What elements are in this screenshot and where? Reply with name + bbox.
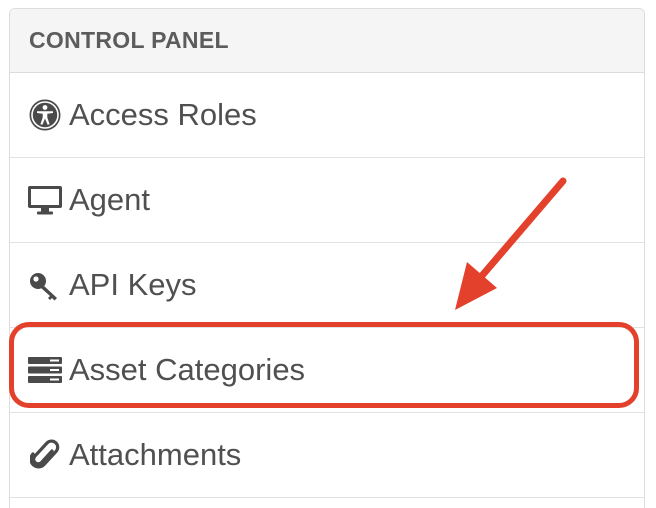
control-panel: CONTROL PANEL Access Roles Agent API Key… — [9, 8, 645, 508]
menu-item-label: Attachments — [69, 437, 242, 472]
menu-item-label: API Keys — [69, 267, 197, 302]
server-stack-icon — [27, 352, 63, 388]
menu-item-asset-categories[interactable]: Asset Categories — [10, 328, 644, 413]
paperclip-icon — [27, 437, 63, 473]
menu-item-attachments[interactable]: Attachments — [10, 413, 644, 498]
universal-access-icon — [27, 97, 63, 133]
panel-title: CONTROL PANEL — [29, 27, 229, 53]
menu-item-label: Access Roles — [69, 97, 257, 132]
menu-item-agent[interactable]: Agent — [10, 158, 644, 243]
key-icon — [27, 267, 63, 303]
screenshot-stage: CONTROL PANEL Access Roles Agent API Key… — [0, 0, 656, 508]
menu-item-api-keys[interactable]: API Keys — [10, 243, 644, 328]
menu-item-label: Asset Categories — [69, 352, 306, 387]
menu-item-label: Agent — [69, 182, 151, 217]
monitor-icon — [27, 182, 63, 218]
menu-item-access-roles[interactable]: Access Roles — [10, 73, 644, 158]
panel-header: CONTROL PANEL — [10, 9, 644, 73]
